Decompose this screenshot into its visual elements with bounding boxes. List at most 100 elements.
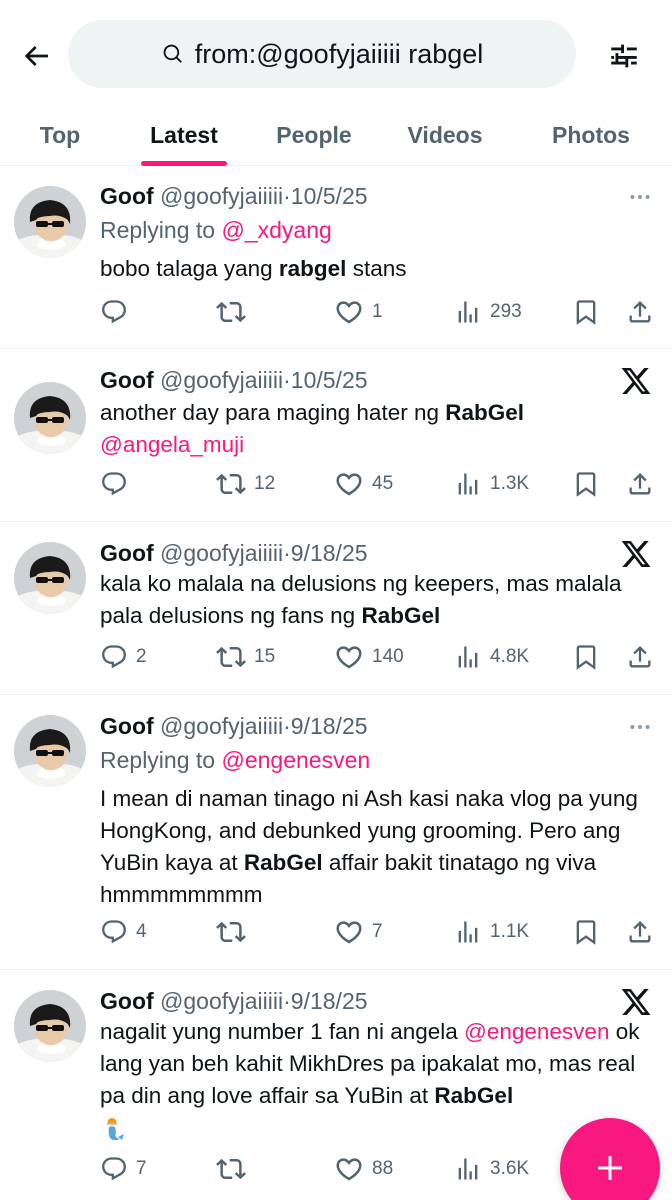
views-chart-icon [454, 298, 482, 326]
bookmark-button[interactable] [572, 640, 600, 674]
reply-button[interactable]: 7 [100, 1152, 147, 1186]
reply-mention-link[interactable]: @engenesven [221, 747, 370, 773]
view-count: 3.6K [490, 1158, 530, 1179]
search-query: from:@goofyjaiiiii rabgel [194, 38, 484, 69]
mention-link[interactable]: @angela_muji [100, 432, 244, 457]
bookmark-button[interactable] [572, 467, 600, 501]
reply-icon [100, 470, 128, 498]
user-handle[interactable]: @goofyjaiiiii [160, 540, 283, 566]
tweet[interactable]: Goof @goofyjaiiiii·9/18/25 kala ko malal… [0, 522, 672, 695]
like-count: 45 [372, 473, 394, 494]
back-button[interactable] [14, 36, 58, 76]
search-input[interactable]: from:@goofyjaiiiii rabgel [68, 20, 576, 88]
bookmark-button[interactable] [572, 915, 600, 949]
display-name[interactable]: Goof [100, 367, 154, 393]
retweet-button[interactable] [216, 915, 254, 949]
retweet-button[interactable] [216, 1152, 254, 1186]
view-count: 1.1K [490, 921, 530, 942]
tweet[interactable]: Goof @goofyjaiiiii·10/5/25 another day p… [0, 349, 672, 522]
user-handle[interactable]: @goofyjaiiiii [160, 183, 283, 209]
x-logo-icon [618, 984, 654, 1020]
retweet-icon [216, 469, 246, 499]
tweet-actions: 1 293 [100, 295, 660, 329]
like-button[interactable]: 140 [334, 640, 404, 674]
display-name[interactable]: Goof [100, 183, 154, 209]
share-button[interactable] [626, 915, 654, 949]
share-icon [626, 643, 654, 671]
user-handle[interactable]: @goofyjaiiiii [160, 713, 283, 739]
more-options-icon[interactable] [626, 183, 654, 211]
view-count: 1.3K [490, 473, 530, 494]
views-button[interactable]: 1.1K [454, 915, 529, 949]
tab-latest[interactable]: Latest [130, 104, 238, 166]
tweet-text-highlight: RabGel [361, 603, 441, 628]
reply-icon [100, 298, 128, 326]
share-button[interactable] [626, 467, 654, 501]
separator-dot: · [283, 540, 291, 566]
more-options-icon[interactable] [626, 713, 654, 741]
back-arrow-icon [24, 46, 48, 66]
tweet-header: Goof @goofyjaiiiii·10/5/25 [100, 181, 368, 211]
like-count: 1 [372, 301, 383, 322]
display-name[interactable]: Goof [100, 540, 154, 566]
avatar[interactable] [14, 990, 86, 1062]
views-button[interactable]: 1.3K [454, 467, 529, 501]
like-button[interactable]: 88 [334, 1152, 393, 1186]
tweet-date[interactable]: 9/18/25 [291, 713, 368, 739]
display-name[interactable]: Goof [100, 988, 154, 1014]
share-button[interactable] [626, 295, 654, 329]
reply-button[interactable] [100, 295, 136, 329]
reply-mention-link[interactable]: @_xdyang [221, 217, 331, 243]
tweet-text: kala ko malala na delusions ng keepers, … [100, 568, 660, 632]
reply-button[interactable] [100, 467, 136, 501]
mention-link[interactable]: @engenesven [464, 1019, 609, 1044]
reply-button[interactable]: 2 [100, 640, 147, 674]
tweet[interactable]: Goof @goofyjaiiiii·10/5/25 Replying to @… [0, 167, 672, 349]
like-button[interactable]: 45 [334, 467, 393, 501]
x-logo-icon [618, 363, 654, 399]
tweet-date[interactable]: 10/5/25 [291, 367, 368, 393]
display-name[interactable]: Goof [100, 713, 154, 739]
separator-dot: · [283, 183, 291, 209]
tweet-text: bobo talaga yang rabgel stans [100, 253, 660, 285]
filter-sliders-icon [611, 44, 637, 68]
retweet-button[interactable]: 15 [216, 640, 275, 674]
tweet-date[interactable]: 10/5/25 [291, 183, 368, 209]
tweet-header: Goof @goofyjaiiiii·9/18/25 [100, 538, 368, 568]
avatar[interactable] [14, 382, 86, 454]
views-button[interactable]: 293 [454, 295, 522, 329]
tab-videos[interactable]: Videos [390, 104, 500, 166]
retweet-button[interactable] [216, 295, 254, 329]
tweet-text-highlight: RabGel [243, 850, 323, 875]
views-button[interactable]: 3.6K [454, 1152, 529, 1186]
views-chart-icon [454, 918, 482, 946]
tweet-text: I mean di naman tinago ni Ash kasi naka … [100, 783, 660, 911]
avatar[interactable] [14, 186, 86, 258]
user-handle[interactable]: @goofyjaiiiii [160, 367, 283, 393]
views-chart-icon [454, 470, 482, 498]
user-handle[interactable]: @goofyjaiiiii [160, 988, 283, 1014]
avatar[interactable] [14, 542, 86, 614]
search-filter-button[interactable] [602, 36, 646, 76]
like-button[interactable]: 7 [334, 915, 383, 949]
bookmark-button[interactable] [572, 295, 600, 329]
views-button[interactable]: 4.8K [454, 640, 529, 674]
retweet-button[interactable]: 12 [216, 467, 275, 501]
tweet[interactable]: Goof @goofyjaiiiii·9/18/25 Replying to @… [0, 695, 672, 970]
share-button[interactable] [626, 640, 654, 674]
tab-photos[interactable]: Photos [536, 104, 646, 166]
replying-to: Replying to @_xdyang [100, 215, 332, 245]
avatar[interactable] [14, 715, 86, 787]
tab-top[interactable]: Top [20, 104, 100, 166]
reply-button[interactable]: 4 [100, 915, 147, 949]
like-count: 7 [372, 921, 383, 942]
like-button[interactable]: 1 [334, 295, 383, 329]
tweet-date[interactable]: 9/18/25 [291, 540, 368, 566]
retweet-icon [216, 297, 246, 327]
tweet-date[interactable]: 9/18/25 [291, 988, 368, 1014]
tab-people[interactable]: People [258, 104, 370, 166]
tweet-text-highlight: rabgel [278, 256, 347, 281]
reply-count: 4 [136, 921, 147, 942]
retweet-count: 15 [254, 646, 276, 667]
view-count: 293 [490, 301, 522, 322]
